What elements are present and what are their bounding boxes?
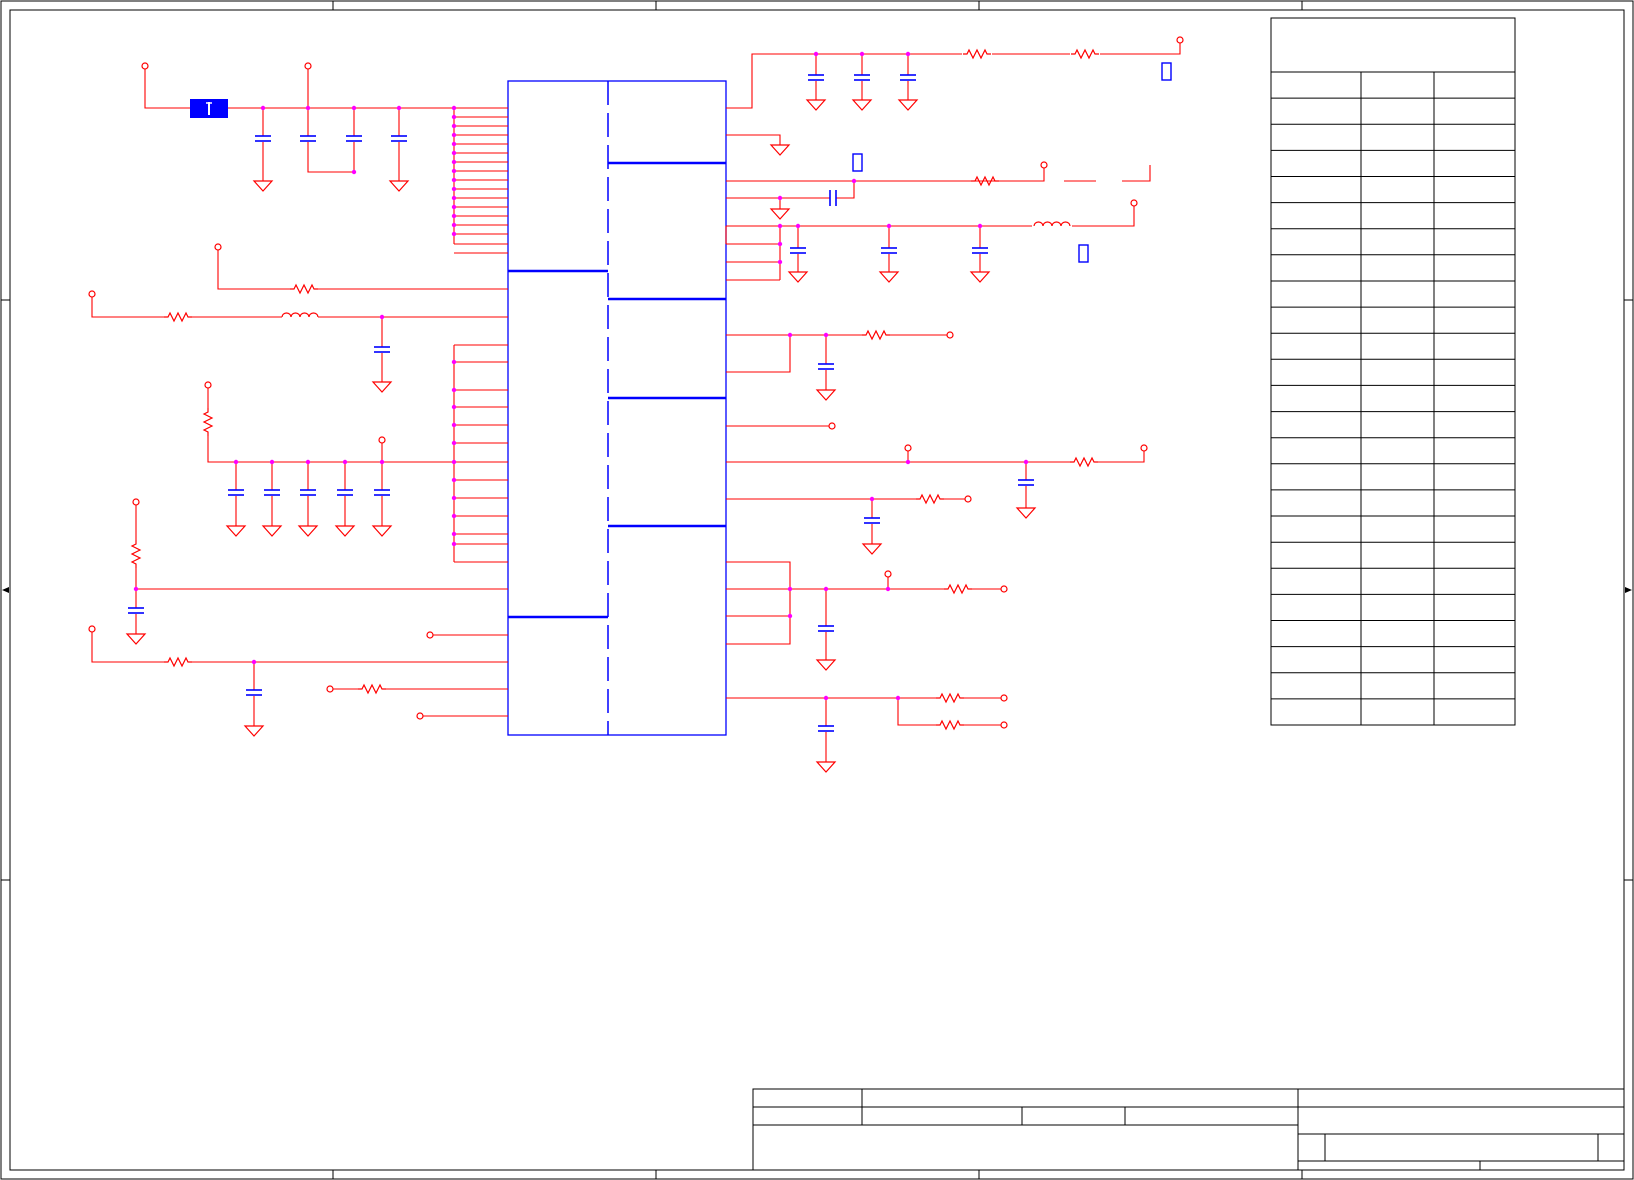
resistors bbox=[131, 49, 1100, 730]
ferrite-bead bbox=[190, 99, 228, 118]
sheet-arrow-marks bbox=[2, 587, 1632, 593]
title-block bbox=[752, 1088, 1625, 1171]
wires bbox=[91, 40, 1181, 762]
sheet-frame bbox=[0, 0, 1634, 1180]
schematic-sheet bbox=[0, 0, 1634, 1180]
capacitors bbox=[127, 74, 1035, 732]
net-tags bbox=[852, 62, 1172, 263]
table-row-lines bbox=[1271, 97, 1515, 700]
inductors bbox=[281, 221, 1071, 318]
ports bbox=[88, 36, 1184, 729]
revision-table bbox=[1270, 17, 1516, 726]
grounds bbox=[126, 99, 1036, 773]
junctions bbox=[133, 51, 1029, 701]
ic-body bbox=[507, 80, 727, 736]
capacitor-horizontal bbox=[829, 190, 837, 206]
